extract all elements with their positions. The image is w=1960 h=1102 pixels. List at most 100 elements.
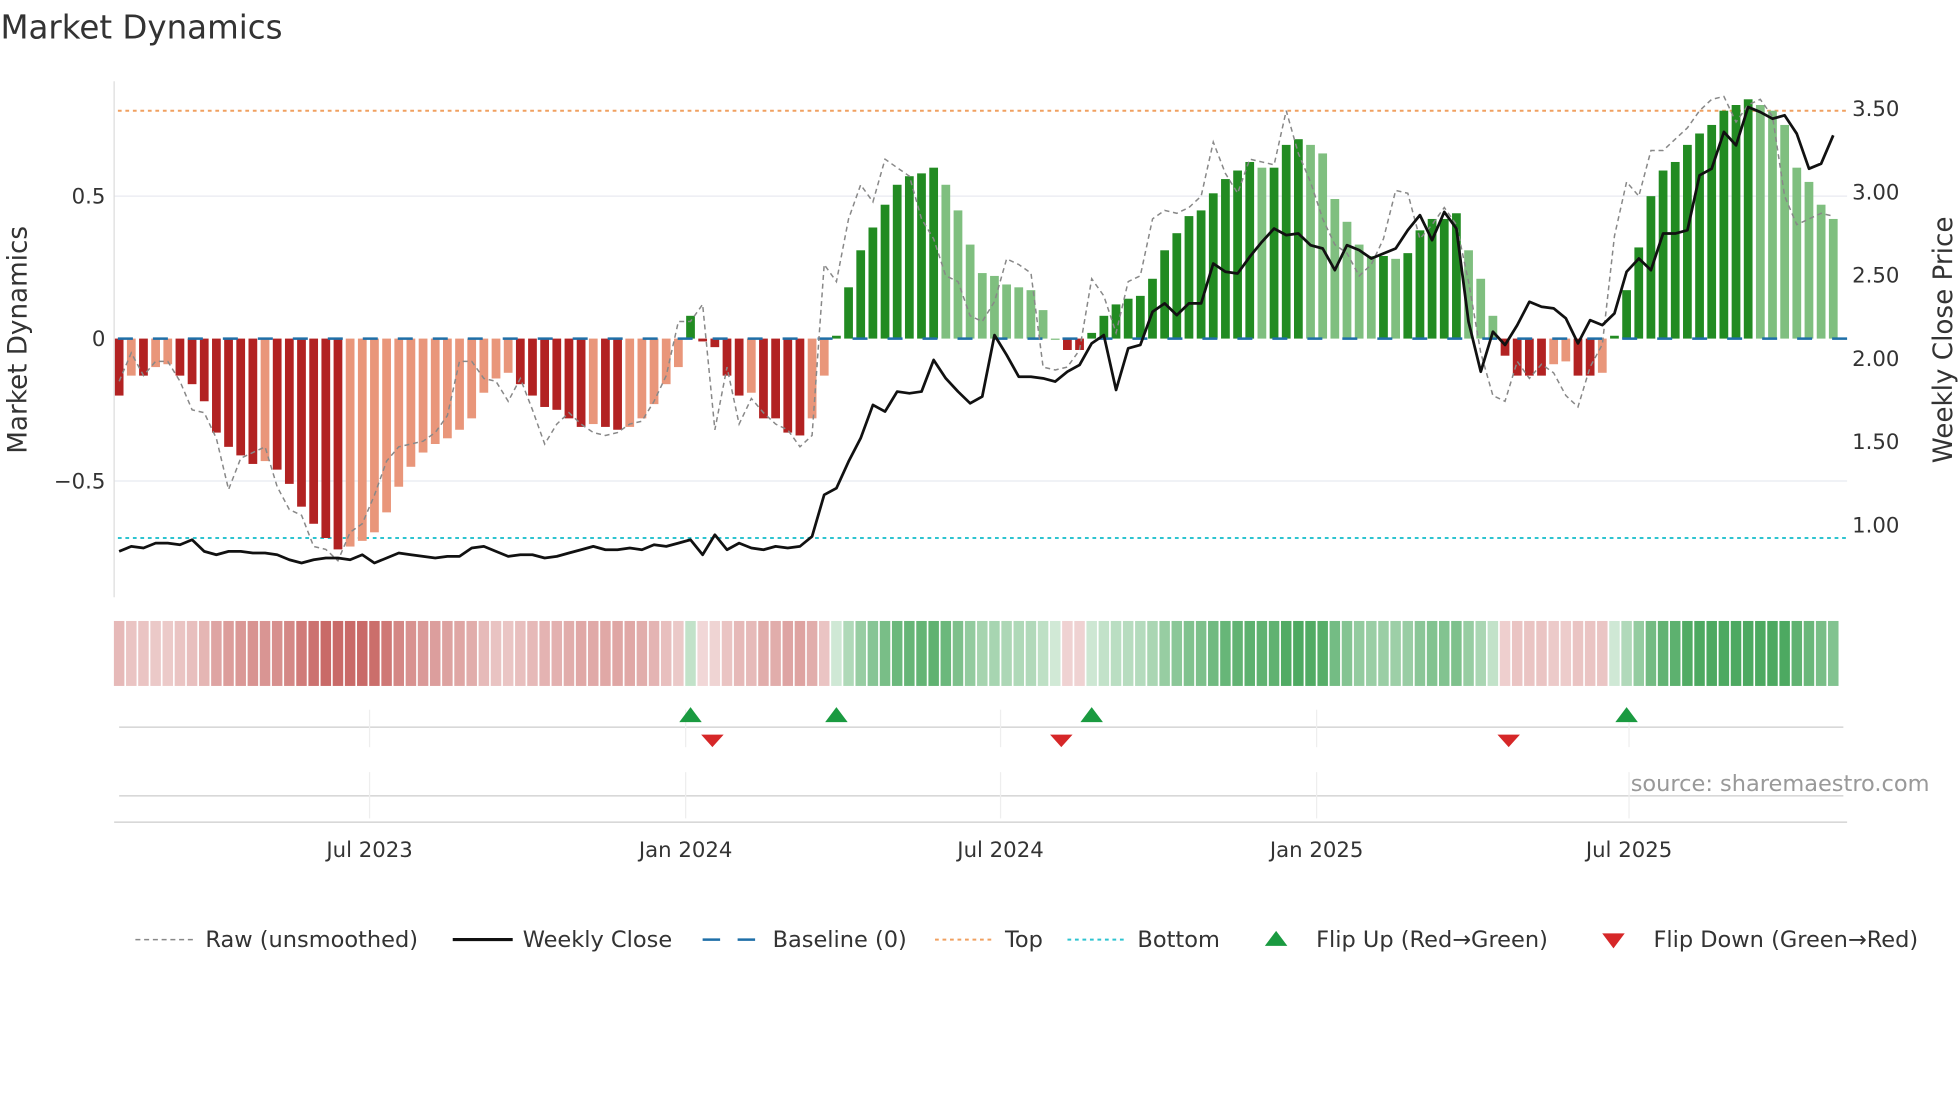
momentum-bar (333, 338, 343, 550)
regime-cell (174, 620, 186, 686)
flip-down-icon (1602, 933, 1625, 949)
regime-cell (709, 620, 721, 686)
regime-cell (1110, 620, 1122, 686)
momentum-bar (917, 173, 926, 339)
momentum-bar (941, 184, 951, 339)
momentum-bar (187, 338, 197, 385)
momentum-bar (248, 338, 258, 464)
regime-cell (1062, 620, 1073, 686)
momentum-bar (819, 338, 829, 376)
momentum-bar (406, 338, 416, 467)
y2-tick-label: 1.00 (1852, 513, 1899, 538)
momentum-bar (1318, 153, 1328, 339)
momentum-bar (503, 338, 513, 373)
regime-cell (891, 620, 903, 686)
regime-cell (1499, 620, 1511, 686)
momentum-bar (284, 338, 294, 484)
momentum-bar (309, 338, 319, 524)
regime-cell (1171, 620, 1183, 686)
regime-cell (636, 620, 648, 686)
regime-cell (1402, 620, 1414, 686)
regime-cell (806, 620, 818, 686)
momentum-bar (455, 338, 464, 430)
regime-cell (126, 620, 137, 686)
regime-cell (952, 620, 964, 686)
regime-cell (1621, 620, 1632, 686)
momentum-bar (564, 338, 574, 419)
momentum-bar (1561, 338, 1571, 362)
regime-cell (1390, 620, 1401, 686)
x-tick-label: Jul 2023 (324, 838, 412, 863)
momentum-bar (1221, 179, 1230, 339)
legend: Raw (unsmoothed) Weekly Close Baseline (0)… (135, 927, 1918, 953)
regime-cell (296, 620, 307, 686)
momentum-bar (1804, 181, 1814, 339)
y2-tick-label: 1.50 (1852, 430, 1899, 455)
momentum-bar (1160, 250, 1170, 339)
momentum-bar (856, 250, 866, 339)
regime-cell (1378, 620, 1389, 686)
momentum-bar (832, 335, 841, 339)
momentum-bar (1670, 161, 1680, 339)
regime-cell (1147, 620, 1158, 686)
regime-cell (1645, 620, 1657, 686)
regime-cell (1001, 620, 1012, 686)
momentum-bar (163, 338, 173, 365)
momentum-bar (357, 338, 367, 541)
regime-cell (1037, 620, 1049, 686)
momentum-bar (1087, 332, 1097, 339)
momentum-bar (1768, 110, 1777, 339)
momentum-bar (1123, 298, 1133, 339)
regime-cell (916, 620, 927, 686)
momentum-bar (880, 204, 890, 339)
regime-cell (746, 620, 757, 686)
regime-cell (150, 620, 161, 686)
regime-cell (1341, 620, 1353, 686)
regime-cell (1268, 620, 1280, 686)
momentum-bar (892, 184, 902, 339)
momentum-bar (1135, 295, 1145, 339)
regime-cell (818, 620, 830, 686)
momentum-bar (236, 338, 246, 456)
momentum-bar (1233, 170, 1242, 339)
legend-label: Bottom (1137, 927, 1219, 953)
momentum-bar (965, 244, 975, 339)
regime-cell (624, 620, 635, 686)
regime-cell (393, 620, 404, 686)
momentum-bar (260, 338, 270, 462)
regime-cell (1779, 620, 1790, 686)
regime-cell (782, 620, 794, 686)
regime-cell (1159, 620, 1170, 686)
flip-down-marker (701, 734, 724, 748)
momentum-bar (613, 338, 622, 430)
momentum-bar (698, 338, 708, 342)
momentum-bar (1476, 278, 1486, 339)
momentum-bar (686, 315, 695, 339)
regime-cell (1584, 620, 1596, 686)
regime-cell (563, 620, 575, 686)
momentum-bar (795, 338, 805, 436)
momentum-bar (272, 338, 282, 470)
y2-tick-label: 3.50 (1852, 97, 1899, 122)
regime-cell (308, 620, 319, 686)
momentum-bar (1014, 287, 1024, 339)
momentum-bar (212, 338, 221, 433)
regime-cell (1657, 620, 1669, 686)
legend-item-close: Weekly Close (452, 927, 672, 953)
regime-cell (1682, 620, 1693, 686)
momentum-bar (1585, 338, 1595, 376)
momentum-bar (1196, 210, 1206, 339)
regime-cell (1305, 620, 1316, 686)
legend-item-bottom: Bottom (1067, 927, 1220, 953)
flip-up-marker (1080, 707, 1103, 723)
regime-cell (940, 620, 952, 686)
momentum-bar (528, 338, 537, 396)
momentum-bar (1002, 284, 1011, 339)
regime-cell (1803, 620, 1815, 686)
regime-cell (1597, 620, 1608, 686)
raw-line (118, 95, 1834, 563)
momentum-bar (673, 338, 683, 368)
momentum-bar (418, 338, 428, 453)
legend-label: Baseline (0) (773, 927, 907, 953)
x-tick-label: Jul 2025 (1584, 838, 1672, 863)
